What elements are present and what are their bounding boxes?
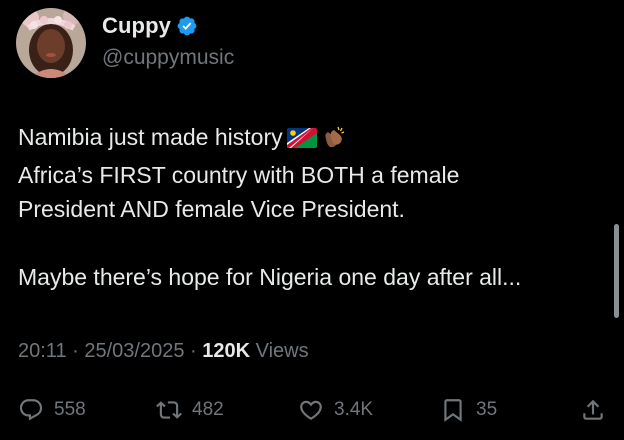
user-handle[interactable]: @cuppymusic	[102, 46, 234, 70]
author-info[interactable]: Cuppy @cuppymusic	[102, 12, 234, 70]
meta-separator: ·	[66, 340, 85, 362]
share-button[interactable]	[580, 392, 606, 428]
bookmark-count: 35	[476, 399, 498, 420]
tweet-line: Maybe there’s hope for Nigeria one day a…	[18, 264, 522, 290]
scrollbar[interactable]	[614, 224, 619, 318]
namibia-flag-emoji-icon	[286, 124, 317, 158]
reply-count: 558	[54, 399, 86, 420]
display-name[interactable]: Cuppy	[102, 13, 171, 39]
tweet-metadata: 20:11 · 25/03/2025 · 120K Views	[18, 340, 309, 363]
meta-separator: ·	[184, 340, 203, 362]
bookmark-icon	[440, 397, 466, 423]
tweet-text: Namibia just made history Africa’s FIRST…	[18, 120, 608, 294]
clapping-hands-emoji-icon	[321, 124, 347, 158]
action-bar: 558 482 3.4K 35	[0, 392, 624, 428]
reply-icon	[18, 397, 44, 423]
tweet-line: Africa’s FIRST country with BOTH a femal…	[18, 162, 460, 188]
avatar-image	[16, 8, 86, 78]
tweet-line: President AND female Vice President.	[18, 196, 405, 222]
like-count: 3.4K	[334, 399, 374, 420]
heart-icon	[298, 397, 324, 423]
tweet-line-text: Namibia just made history	[18, 124, 283, 150]
reply-button[interactable]: 558	[18, 392, 86, 428]
tweet-time[interactable]: 20:11	[18, 340, 67, 362]
share-icon	[580, 397, 606, 423]
repost-icon	[156, 397, 182, 423]
repost-button[interactable]: 482	[156, 392, 224, 428]
views-count: 120K	[202, 340, 251, 362]
verified-badge-icon	[176, 15, 198, 37]
tweet-line: Namibia just made history	[18, 120, 608, 158]
bookmark-button[interactable]: 35	[440, 392, 497, 428]
avatar[interactable]	[16, 8, 86, 78]
repost-count: 482	[192, 399, 224, 420]
tweet-date[interactable]: 25/03/2025	[84, 340, 184, 362]
like-button[interactable]: 3.4K	[298, 392, 373, 428]
name-row: Cuppy	[102, 12, 234, 40]
views-label: Views	[255, 340, 309, 362]
tweet: Cuppy @cuppymusic Namibia just made hist…	[0, 0, 624, 440]
